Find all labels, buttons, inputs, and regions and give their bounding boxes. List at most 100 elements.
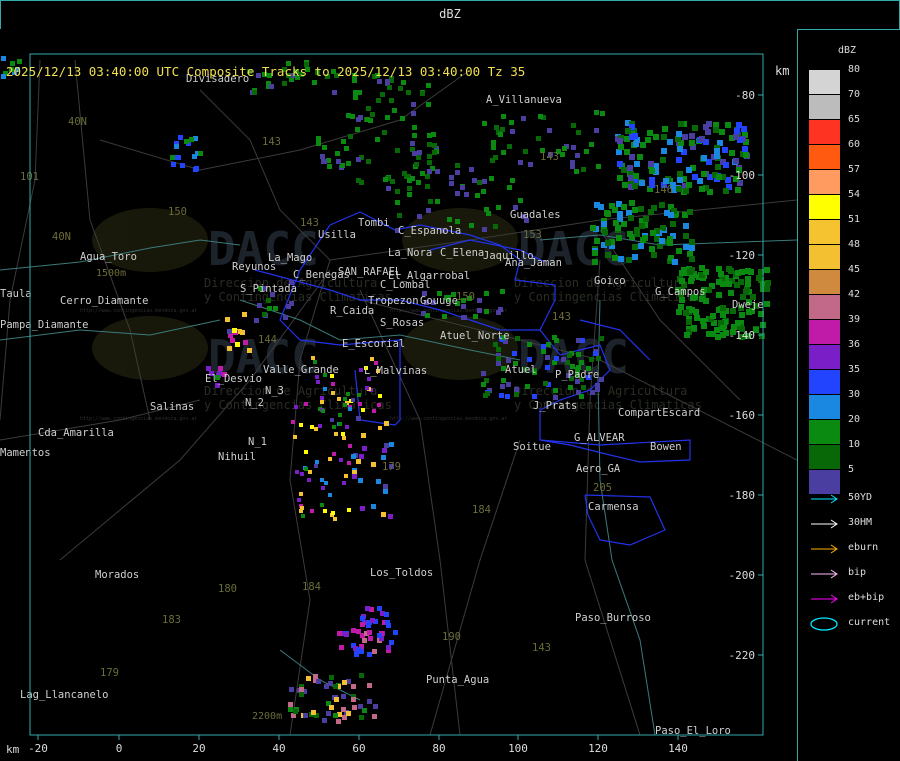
- radar-echo: [426, 208, 431, 213]
- legend-label-65: 65: [848, 114, 861, 125]
- radar-echo: [357, 393, 361, 397]
- legend-swatch-42: [809, 295, 840, 319]
- radar-echo: [339, 645, 344, 650]
- route-number-label: 179: [382, 461, 401, 473]
- radar-echo: [699, 186, 705, 192]
- radar-echo: [407, 186, 412, 191]
- radar-echo: [592, 250, 598, 256]
- radar-echo: [584, 149, 589, 154]
- radar-echo: [621, 167, 627, 173]
- radar-echo: [521, 116, 526, 121]
- radar-echo: [689, 256, 695, 262]
- radar-echo: [389, 640, 394, 645]
- radar-echo: [729, 150, 735, 156]
- legend-label-60: 60: [848, 139, 861, 150]
- radar-echo: [684, 332, 690, 338]
- radar-echo: [371, 462, 376, 467]
- legend-swatch-45: [809, 270, 840, 294]
- radar-echo: [489, 176, 494, 181]
- radar-echo: [359, 715, 364, 720]
- radar-echo: [343, 403, 347, 407]
- radar-echo: [362, 446, 367, 451]
- radar-echo: [455, 170, 460, 175]
- radar-echo: [367, 683, 372, 688]
- radar-echo: [481, 371, 486, 376]
- radar-echo: [425, 184, 430, 189]
- radar-echo: [512, 351, 517, 356]
- radar-echo: [632, 207, 638, 213]
- radar-echo: [328, 457, 332, 461]
- radar-echo: [545, 355, 550, 360]
- place-label: J_Prats: [533, 400, 577, 412]
- legend-swatch-57: [809, 170, 840, 194]
- radar-echo: [632, 183, 638, 189]
- x-tick-label: 40: [272, 742, 285, 755]
- watermark-line1: Direccion de Agricultura: [204, 384, 377, 398]
- radar-echo: [353, 90, 358, 95]
- radar-echo: [601, 221, 607, 227]
- radar-echo: [427, 160, 432, 165]
- radar-echo: [505, 394, 510, 399]
- radar-echo: [692, 174, 698, 180]
- radar-echo: [386, 645, 391, 650]
- radar-echo: [536, 136, 541, 141]
- radar-map[interactable]: DACCDireccion de Agriculturay Contingenc…: [0, 29, 797, 761]
- radar-echo: [579, 360, 584, 365]
- radar-echo: [621, 204, 627, 210]
- radar-echo: [198, 151, 203, 156]
- radar-echo: [346, 392, 350, 396]
- radar-echo: [554, 338, 559, 343]
- legend-label-5: 5: [848, 464, 855, 475]
- radar-echo: [723, 188, 729, 194]
- legend-label-51: 51: [848, 214, 861, 225]
- route-number-label: 40N: [68, 116, 87, 128]
- route-number-label: 144: [258, 334, 277, 346]
- radar-echo: [367, 377, 371, 381]
- radar-echo: [299, 423, 303, 427]
- radar-echo: [366, 159, 371, 164]
- track-arrow-icon: [811, 594, 838, 604]
- radar-echo: [599, 336, 604, 341]
- radar-echo: [449, 175, 454, 180]
- place-label: Lag_Llancanelo: [20, 689, 109, 701]
- radar-echo: [170, 155, 175, 160]
- radar-echo: [385, 620, 390, 625]
- x-tick-label: 120: [588, 742, 608, 755]
- radar-echo: [206, 366, 211, 371]
- radar-echo: [640, 142, 646, 148]
- route-number-label: 183: [162, 614, 181, 626]
- radar-echo: [316, 141, 321, 146]
- place-label: Mamentos: [0, 447, 51, 459]
- y-axis-unit: km: [775, 64, 790, 78]
- radar-echo: [311, 710, 316, 715]
- radar-echo: [390, 179, 395, 184]
- radar-echo: [538, 114, 543, 119]
- radar-echo: [726, 266, 732, 272]
- track-legend-bip: bip: [810, 566, 900, 582]
- radar-echo: [344, 146, 349, 151]
- place-label: A_Villanueva: [486, 94, 562, 106]
- place-label: S_Pintada: [240, 283, 297, 295]
- radar-echo: [308, 470, 312, 474]
- radar-echo: [365, 606, 370, 611]
- radar-echo: [546, 342, 551, 347]
- radar-echo: [435, 199, 440, 204]
- radar-echo: [307, 478, 311, 482]
- place-label: El_Desvio: [205, 373, 262, 385]
- radar-echo: [367, 652, 372, 657]
- radar-echo: [342, 680, 347, 685]
- radar-echo: [493, 342, 498, 347]
- radar-echo: [756, 275, 762, 281]
- radar-echo: [612, 255, 618, 261]
- radar-echo: [683, 244, 689, 250]
- map-panel[interactable]: DACC Direccion de Agricultura y Contingenc…: [0, 29, 798, 761]
- track-legend-30HM: 30HM: [810, 516, 900, 532]
- place-label: N_3: [265, 385, 284, 397]
- radar-echo: [507, 185, 512, 190]
- place-label: Ana_Jaman: [505, 257, 562, 269]
- place-label: Guadales: [510, 209, 561, 221]
- radar-echo: [660, 157, 666, 163]
- radar-echo: [351, 697, 356, 702]
- radar-echo: [716, 174, 722, 180]
- radar-echo: [596, 356, 601, 361]
